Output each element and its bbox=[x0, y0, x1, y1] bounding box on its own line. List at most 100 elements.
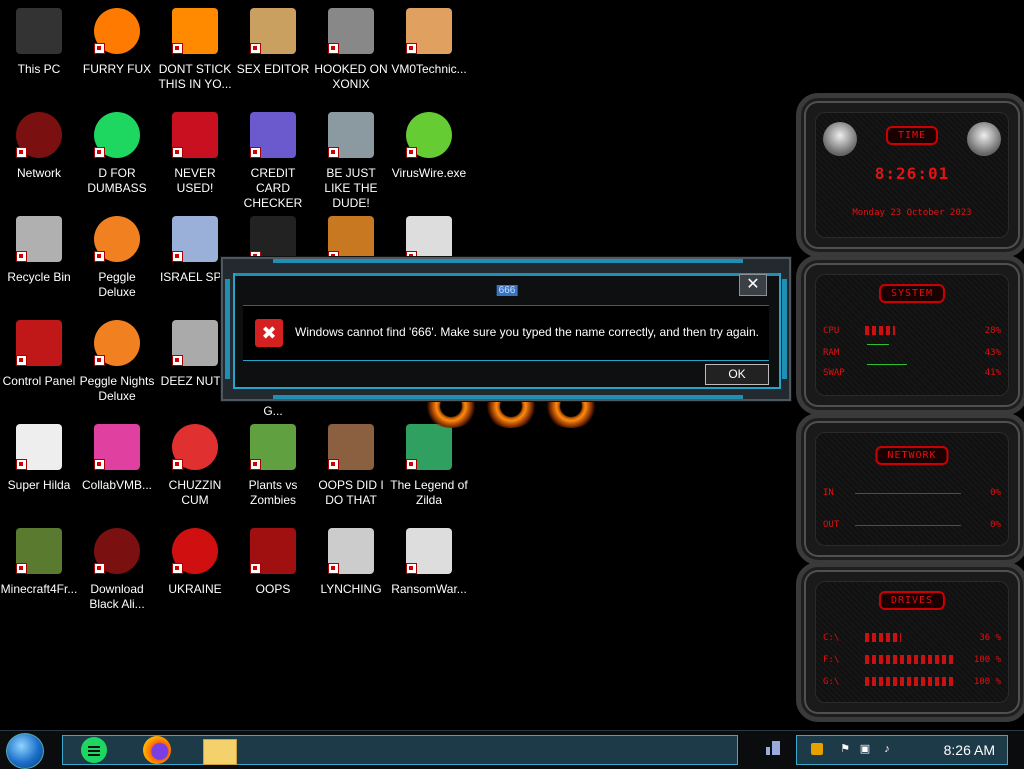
desktop-icon-plants-zombies[interactable]: Plants vs Zombies bbox=[234, 424, 312, 508]
start-button[interactable] bbox=[6, 733, 44, 769]
desktop-icon-label: VM0Technic... bbox=[391, 62, 467, 76]
doctor-icon bbox=[406, 8, 452, 54]
time-gadget-date: Monday 23 October 2023 bbox=[852, 208, 972, 218]
system-row-label: CPU bbox=[823, 326, 840, 336]
firefox-taskbar[interactable] bbox=[139, 736, 177, 764]
desktop-icon-furry-fux[interactable]: FURRY FUX bbox=[78, 8, 156, 77]
grass-block-icon bbox=[16, 528, 62, 574]
error-icon: ✖ bbox=[255, 319, 283, 347]
drive-usage-bar bbox=[865, 655, 955, 664]
desktop-icon-label: Plants vs Zombies bbox=[248, 478, 298, 507]
desktop-icon-network[interactable]: Network bbox=[0, 112, 78, 181]
green-chat-taskbar[interactable] bbox=[77, 736, 115, 764]
volume-icon[interactable]: ♪ bbox=[881, 743, 893, 755]
desktop-icon-d-for-dumbass[interactable]: D FOR DUMBASS bbox=[78, 112, 156, 196]
swap-usage-line bbox=[867, 364, 907, 365]
pixel-cat-icon bbox=[16, 424, 62, 470]
show-desktop-icon[interactable] bbox=[766, 741, 780, 755]
drive-row-g: G:\ 100 % bbox=[823, 677, 1001, 687]
close-button[interactable]: ✕ bbox=[739, 274, 767, 296]
desktop-icon-oops[interactable]: OOPS bbox=[234, 528, 312, 597]
santa-icon bbox=[328, 112, 374, 158]
shortcut-arrow-icon bbox=[250, 563, 261, 574]
error-dialog[interactable]: 666 ✖ Windows cannot find '666'. Make su… bbox=[221, 257, 791, 401]
bar-icon bbox=[772, 741, 780, 755]
desktop-icon-this-pc[interactable]: This PC bbox=[0, 8, 78, 77]
desktop-icon-super-hilda[interactable]: Super Hilda bbox=[0, 424, 78, 493]
desktop-icon-credit-card[interactable]: CREDIT CARD CHECKER bbox=[234, 112, 312, 211]
desktop-icon-dont-stick[interactable]: DONT STICK THIS IN YO... bbox=[156, 8, 234, 92]
desktop-icon-label: Peggle Nights Deluxe bbox=[79, 374, 155, 403]
desktop-icon-collabvmb[interactable]: CollabVMB... bbox=[78, 424, 156, 493]
skull-icon bbox=[406, 528, 452, 574]
taskbar-clock[interactable]: 8:26 AM bbox=[944, 742, 995, 758]
desktop-icon-beaver-hidden[interactable] bbox=[312, 216, 390, 262]
stacked-windows-icon bbox=[172, 320, 218, 366]
red-monitor-icon bbox=[250, 528, 296, 574]
alien-orb-icon bbox=[16, 112, 62, 158]
system-row-swap: SWAP 41% bbox=[823, 364, 1001, 378]
desktop-icon-vm0technic[interactable]: VM0Technic... bbox=[390, 8, 468, 77]
drive-row-value: 100 % bbox=[973, 677, 1001, 687]
desktop-icon-download-black[interactable]: Download Black Ali... bbox=[78, 528, 156, 612]
dialog-content: ✖ Windows cannot find '666'. Make sure y… bbox=[243, 305, 769, 361]
desktop-icon-label: FURRY FUX bbox=[82, 62, 152, 76]
flag-icon[interactable]: ⚑ bbox=[839, 743, 851, 755]
drive-row-label: G:\ bbox=[823, 677, 840, 687]
green-chat-icon bbox=[81, 737, 107, 763]
desktop-icon-peggle-deluxe[interactable]: Peggle Deluxe bbox=[78, 216, 156, 300]
network-share-icon bbox=[172, 216, 218, 262]
drive-usage-bar bbox=[865, 633, 901, 642]
ram-usage-line bbox=[867, 344, 889, 345]
vlc-cone-icon bbox=[172, 8, 218, 54]
desktop-icon-cmd-hidden[interactable] bbox=[234, 216, 312, 262]
limewire-icon bbox=[406, 112, 452, 158]
peggle-icon bbox=[94, 216, 140, 262]
desktop-icon-legend-zilda[interactable]: The Legend of Zilda bbox=[390, 424, 468, 508]
app-tray-icon[interactable] bbox=[811, 743, 823, 755]
ok-button[interactable]: OK bbox=[705, 364, 769, 385]
network-gadget[interactable]: NETWORK IN 0% OUT 0% bbox=[796, 413, 1024, 565]
desktop-icon-peggle-nights[interactable]: Peggle Nights Deluxe bbox=[78, 320, 156, 404]
desktop-icon-viruswire[interactable]: VirusWire.exe bbox=[390, 112, 468, 181]
network-in-graph bbox=[855, 493, 961, 494]
desktop-icon-cards-hidden[interactable] bbox=[390, 216, 468, 262]
desktop-icon-sex-editor[interactable]: SEX EDITOR bbox=[234, 8, 312, 77]
dialog-right-rail bbox=[782, 279, 787, 379]
monitor-icon bbox=[94, 424, 140, 470]
desktop-icon-label: Recycle Bin bbox=[7, 270, 71, 284]
file-explorer-taskbar[interactable] bbox=[201, 736, 239, 765]
shortcut-arrow-icon bbox=[16, 459, 27, 470]
dialog-top-accent bbox=[235, 273, 779, 276]
desktop-icon-label: Minecraft4Fr... bbox=[0, 582, 78, 596]
desktop-icon-minecraft[interactable]: Minecraft4Fr... bbox=[0, 528, 78, 597]
time-gadget[interactable]: TIME 8:26:01 Monday 23 October 2023 bbox=[796, 93, 1024, 257]
desktop-icon-lynching[interactable]: LYNCHING bbox=[312, 528, 390, 597]
network-icon[interactable]: ▣ bbox=[859, 743, 871, 755]
desktop-icon-oops-did[interactable]: OOPS DID I DO THAT bbox=[312, 424, 390, 508]
desktop-icon-ransomware[interactable]: RansomWar... bbox=[390, 528, 468, 597]
control-panel-icon bbox=[16, 320, 62, 366]
xonix-icon bbox=[328, 8, 374, 54]
alien-head-icon bbox=[967, 122, 1001, 156]
credit-card-icon bbox=[250, 112, 296, 158]
network-row-out: OUT 0% bbox=[823, 520, 1001, 530]
system-row-ram: RAM 43% bbox=[823, 344, 1001, 358]
desktop-icon-ukraine[interactable]: UKRAINE bbox=[156, 528, 234, 597]
system-gadget[interactable]: SYSTEM CPU 28% RAM 43% SWAP 41% bbox=[796, 255, 1024, 415]
desktop-icon-recycle-bin[interactable]: Recycle Bin bbox=[0, 216, 78, 285]
shortcut-arrow-icon bbox=[250, 147, 261, 158]
shortcut-arrow-icon bbox=[94, 459, 105, 470]
desktop-icon-hooked-on-xonix[interactable]: HOOKED ON XONIX bbox=[312, 8, 390, 92]
desktop-icon-chuzzin[interactable]: CHUZZIN CUM bbox=[156, 424, 234, 508]
desktop-icon-label: OOPS DID I DO THAT bbox=[318, 478, 384, 507]
computer-icon bbox=[16, 8, 62, 54]
desktop-icon-control-panel[interactable]: Control Panel bbox=[0, 320, 78, 389]
desktop-icon-label: RansomWar... bbox=[391, 582, 467, 596]
shortcut-arrow-icon bbox=[94, 43, 105, 54]
desktop-icon-never-used[interactable]: NEVER USED! bbox=[156, 112, 234, 196]
desktop-icon-be-just-like[interactable]: BE JUST LIKE THE DUDE! bbox=[312, 112, 390, 211]
drives-gadget[interactable]: DRIVES C:\ 36 % F:\ 100 % G:\ 100 % bbox=[796, 562, 1024, 722]
firefox-icon bbox=[143, 736, 171, 764]
desktop-icon-label: LYNCHING bbox=[320, 582, 382, 596]
